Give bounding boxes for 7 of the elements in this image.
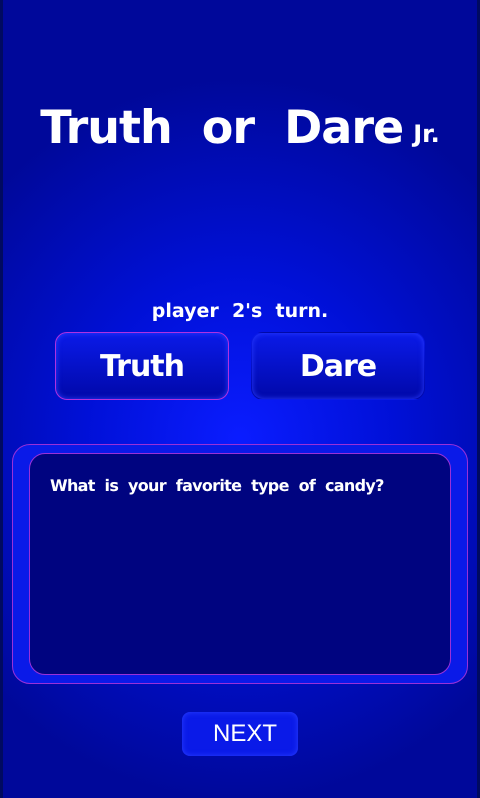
title-suffix: Jr. (413, 120, 440, 148)
next-button[interactable]: NEXT (182, 712, 298, 756)
app-title: Truth or Dare (40, 100, 404, 154)
choice-button[interactable]: Dare (251, 332, 425, 400)
turn-label: player 2's turn. (152, 300, 328, 322)
choice-button[interactable]: Truth (55, 332, 229, 400)
question-text: What is your favorite type of candy? (50, 476, 385, 497)
